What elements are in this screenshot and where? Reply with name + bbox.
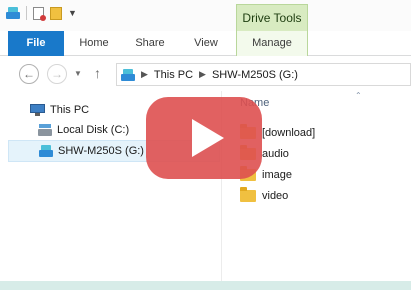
nav-item-label: Local Disk (C:) bbox=[57, 124, 130, 136]
navigation-bar: ← → ▼ ↑ ▶ This PC ▶ SHW-M250S (G:) bbox=[0, 56, 411, 91]
file-label: image bbox=[262, 169, 292, 181]
address-bar[interactable]: ▶ This PC ▶ SHW-M250S (G:) bbox=[116, 63, 411, 86]
new-folder-icon[interactable] bbox=[50, 6, 62, 20]
arrow-left-icon: ← bbox=[23, 67, 35, 81]
nav-item-label: This PC bbox=[50, 104, 90, 116]
local-disk-icon bbox=[38, 124, 52, 136]
qat-separator bbox=[26, 6, 27, 20]
forward-button[interactable]: → bbox=[47, 64, 67, 84]
back-button[interactable]: ← bbox=[19, 64, 39, 84]
ribbon-tabs: File Home Share View Manage bbox=[0, 31, 411, 56]
folder-icon bbox=[240, 187, 256, 202]
breadcrumb-separator-icon[interactable]: ▶ bbox=[141, 69, 148, 80]
file-label: audio bbox=[262, 148, 289, 160]
list-item[interactable]: video bbox=[240, 186, 288, 206]
file-label: [download] bbox=[262, 127, 316, 139]
tab-manage[interactable]: Manage bbox=[236, 31, 308, 56]
tab-view[interactable]: View bbox=[184, 31, 228, 56]
nav-item-label: SHW-M250S (G:) bbox=[58, 145, 144, 157]
nav-item-this-pc[interactable]: This PC bbox=[8, 99, 89, 121]
drive-icon bbox=[39, 145, 53, 157]
file-label: video bbox=[262, 190, 289, 202]
sort-ascending-icon: ⌃ bbox=[355, 91, 362, 100]
play-icon bbox=[192, 119, 224, 157]
status-strip bbox=[0, 281, 411, 290]
tab-share[interactable]: Share bbox=[128, 31, 172, 56]
computer-icon bbox=[30, 104, 45, 116]
quick-access-toolbar: ▼ bbox=[6, 6, 77, 21]
recent-locations-dropdown-icon[interactable]: ▼ bbox=[74, 69, 82, 78]
drive-icon bbox=[121, 68, 135, 81]
up-button[interactable]: ↑ bbox=[94, 65, 101, 81]
breadcrumb-drive[interactable]: SHW-M250S (G:) bbox=[212, 69, 298, 81]
play-button[interactable] bbox=[146, 97, 262, 179]
tab-home[interactable]: Home bbox=[72, 31, 116, 56]
arrow-right-icon: → bbox=[51, 67, 63, 81]
customize-qat-icon[interactable]: ▼ bbox=[68, 8, 77, 18]
tab-file[interactable]: File bbox=[8, 31, 64, 56]
drive-tools-context-header: Drive Tools bbox=[236, 4, 308, 31]
breadcrumb-this-pc[interactable]: This PC bbox=[154, 69, 193, 81]
breadcrumb-separator-icon[interactable]: ▶ bbox=[199, 69, 206, 80]
drive-icon[interactable] bbox=[6, 7, 20, 19]
properties-icon[interactable] bbox=[33, 6, 46, 21]
nav-item-local-disk[interactable]: Local Disk (C:) bbox=[8, 119, 129, 141]
title-bar: ▼ Drive Tools bbox=[0, 0, 411, 31]
